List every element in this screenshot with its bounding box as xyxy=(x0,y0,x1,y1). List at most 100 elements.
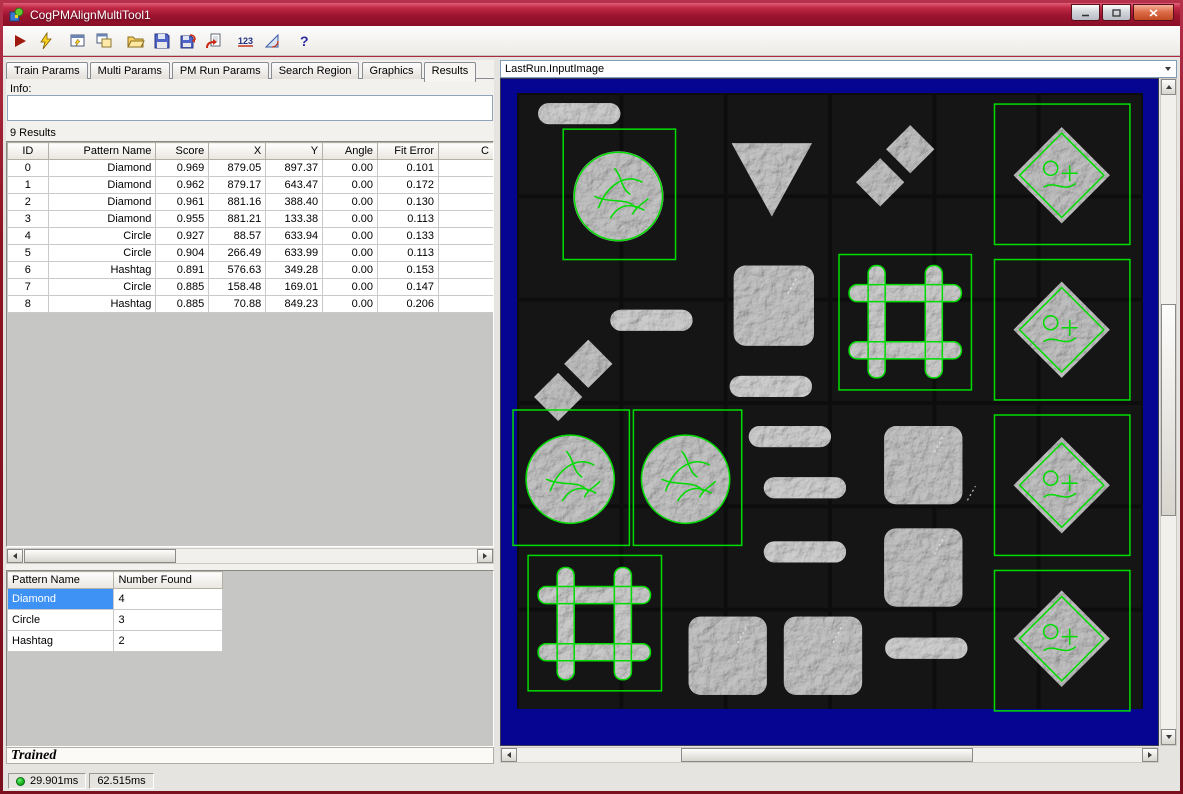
table-cell[interactable]: 0.172 xyxy=(378,177,439,194)
close-button[interactable] xyxy=(1133,4,1174,21)
table-row[interactable]: 0Diamond0.969879.05897.370.000.101 xyxy=(8,160,494,177)
table-row[interactable]: 7Circle0.885158.48169.010.000.147 xyxy=(8,279,494,296)
table-cell[interactable]: 0.00 xyxy=(323,177,378,194)
table-cell[interactable]: 0.961 xyxy=(156,194,209,211)
import-image-button[interactable] xyxy=(201,28,227,54)
table-cell[interactable]: 0.955 xyxy=(156,211,209,228)
maximize-button[interactable] xyxy=(1102,4,1131,21)
scroll-thumb[interactable] xyxy=(681,748,973,762)
tab-multi-params[interactable]: Multi Params xyxy=(90,62,170,79)
tab-results[interactable]: Results xyxy=(424,62,477,82)
table-row[interactable]: 8Hashtag0.88570.88849.230.000.206 xyxy=(8,296,494,313)
table-row[interactable]: 5Circle0.904266.49633.990.000.113 xyxy=(8,245,494,262)
table-cell[interactable]: Hashtag xyxy=(8,631,114,652)
table-cell[interactable]: Diamond xyxy=(48,177,156,194)
run-live-button[interactable] xyxy=(33,28,59,54)
table-cell[interactable]: 0.133 xyxy=(378,228,439,245)
table-cell[interactable]: 879.05 xyxy=(209,160,266,177)
table-cell[interactable]: 2 xyxy=(8,194,49,211)
table-cell[interactable]: Diamond xyxy=(8,589,114,610)
table-cell[interactable]: 8 xyxy=(8,296,49,313)
tool-window-button[interactable] xyxy=(65,28,91,54)
table-cell[interactable]: 897.37 xyxy=(266,160,323,177)
table-cell[interactable]: 633.99 xyxy=(266,245,323,262)
table-cell[interactable]: 0.00 xyxy=(323,228,378,245)
table-cell[interactable]: 0.00 xyxy=(323,194,378,211)
table-cell[interactable]: 0.969 xyxy=(156,160,209,177)
tool-copy-button[interactable] xyxy=(91,28,117,54)
table-cell[interactable]: 1 xyxy=(8,177,49,194)
table-cell[interactable]: 0.00 xyxy=(323,262,378,279)
table-cell[interactable]: 0.153 xyxy=(378,262,439,279)
scroll-right-button[interactable] xyxy=(1142,748,1158,762)
table-row[interactable]: 2Diamond0.961881.16388.400.000.130 xyxy=(8,194,494,211)
table-cell[interactable]: 0.904 xyxy=(156,245,209,262)
table-cell[interactable]: Diamond xyxy=(48,194,156,211)
table-cell[interactable]: Hashtag xyxy=(48,262,156,279)
table-cell[interactable] xyxy=(439,194,494,211)
table-row[interactable]: Hashtag2 xyxy=(8,631,223,652)
run-button[interactable] xyxy=(7,28,33,54)
table-cell[interactable]: 643.47 xyxy=(266,177,323,194)
table-cell[interactable]: 0.00 xyxy=(323,245,378,262)
table-cell[interactable]: 70.88 xyxy=(209,296,266,313)
table-cell[interactable]: 0.00 xyxy=(323,160,378,177)
table-cell[interactable]: 2 xyxy=(114,631,223,652)
table-cell[interactable]: 0.885 xyxy=(156,279,209,296)
scroll-up-button[interactable] xyxy=(1161,79,1176,95)
tab-search-region[interactable]: Search Region xyxy=(271,62,360,79)
table-cell[interactable] xyxy=(439,296,494,313)
table-cell[interactable]: 879.17 xyxy=(209,177,266,194)
help-button[interactable]: ? xyxy=(291,28,317,54)
table-cell[interactable] xyxy=(439,228,494,245)
table-cell[interactable] xyxy=(439,245,494,262)
table-cell[interactable] xyxy=(439,177,494,194)
table-row[interactable]: Circle3 xyxy=(8,610,223,631)
table-cell[interactable]: 3 xyxy=(114,610,223,631)
results-h-scrollbar[interactable] xyxy=(6,548,494,564)
table-cell[interactable]: 349.28 xyxy=(266,262,323,279)
scroll-down-button[interactable] xyxy=(1161,729,1176,745)
save-file-button[interactable] xyxy=(149,28,175,54)
table-cell[interactable] xyxy=(439,160,494,177)
table-cell[interactable]: Diamond xyxy=(48,160,156,177)
scroll-left-button[interactable] xyxy=(501,748,517,762)
table-cell[interactable]: 0.147 xyxy=(378,279,439,296)
table-cell[interactable]: 0.206 xyxy=(378,296,439,313)
image-source-combo[interactable]: LastRun.InputImage xyxy=(500,60,1177,78)
table-cell[interactable]: 4 xyxy=(8,228,49,245)
table-cell[interactable]: 7 xyxy=(8,279,49,296)
scroll-right-button[interactable] xyxy=(477,549,493,563)
table-cell[interactable]: 0.113 xyxy=(378,211,439,228)
chevron-down-icon[interactable] xyxy=(1160,61,1176,77)
table-cell[interactable]: 133.38 xyxy=(266,211,323,228)
table-cell[interactable]: 6 xyxy=(8,262,49,279)
save-image-button[interactable] xyxy=(175,28,201,54)
table-cell[interactable]: 0.962 xyxy=(156,177,209,194)
table-row[interactable]: 1Diamond0.962879.17643.470.000.172 xyxy=(8,177,494,194)
table-cell[interactable]: 0.927 xyxy=(156,228,209,245)
tab-train-params[interactable]: Train Params xyxy=(6,62,88,79)
coordinate-ruler-button[interactable] xyxy=(259,28,285,54)
table-cell[interactable]: 576.63 xyxy=(209,262,266,279)
tab-pm-run-params[interactable]: PM Run Params xyxy=(172,62,269,79)
table-cell[interactable]: 266.49 xyxy=(209,245,266,262)
pixel-value-button[interactable]: 123 xyxy=(233,28,259,54)
table-cell[interactable]: Hashtag xyxy=(48,296,156,313)
image-v-scrollbar[interactable] xyxy=(1160,78,1177,746)
table-cell[interactable]: 0.00 xyxy=(323,211,378,228)
table-cell[interactable]: 158.48 xyxy=(209,279,266,296)
table-cell[interactable]: 88.57 xyxy=(209,228,266,245)
table-cell[interactable]: 0.885 xyxy=(156,296,209,313)
table-cell[interactable]: 0.00 xyxy=(323,279,378,296)
table-cell[interactable]: Circle xyxy=(48,245,156,262)
table-cell[interactable]: 5 xyxy=(8,245,49,262)
table-row[interactable]: 6Hashtag0.891576.63349.280.000.153 xyxy=(8,262,494,279)
table-cell[interactable]: 0.113 xyxy=(378,245,439,262)
table-cell[interactable] xyxy=(439,211,494,228)
table-cell[interactable]: 849.23 xyxy=(266,296,323,313)
scroll-thumb[interactable] xyxy=(1161,304,1176,516)
table-row[interactable]: Diamond4 xyxy=(8,589,223,610)
table-cell[interactable]: 0.130 xyxy=(378,194,439,211)
table-cell[interactable]: 0.101 xyxy=(378,160,439,177)
